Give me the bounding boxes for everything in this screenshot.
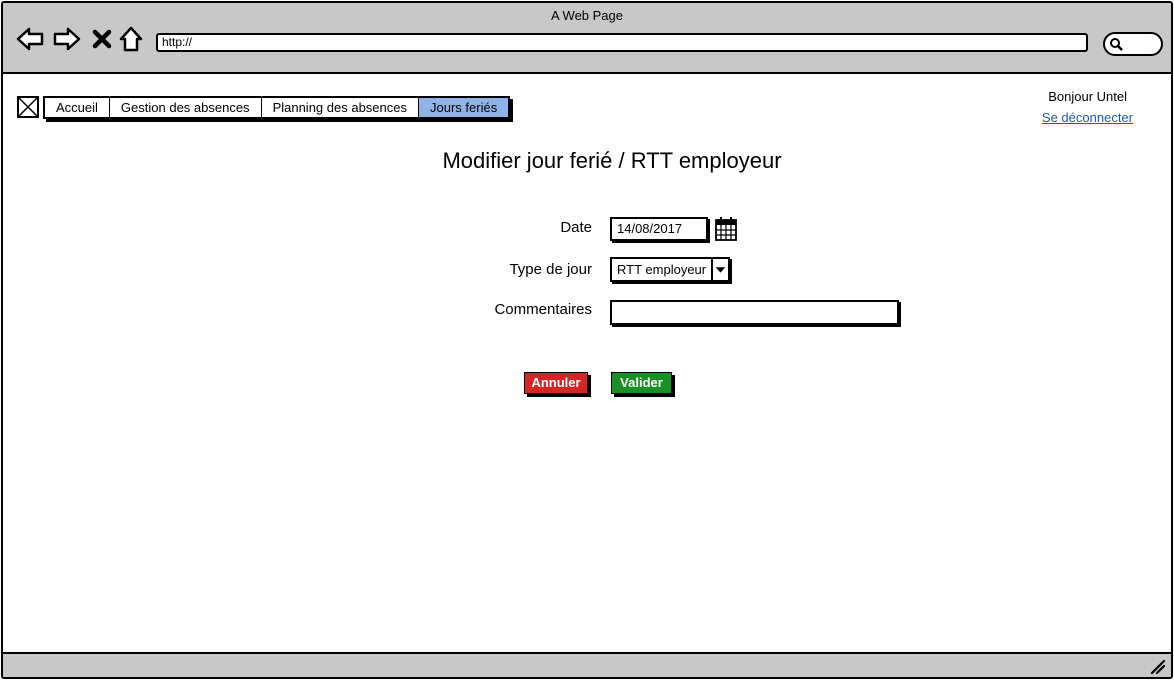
chevron-down-icon [711, 259, 728, 280]
menu-item-gestion-absences[interactable]: Gestion des absences [109, 98, 262, 117]
validate-button[interactable]: Valider [611, 372, 672, 394]
search-icon [1110, 38, 1123, 51]
date-field[interactable]: 14/08/2017 [610, 217, 708, 241]
commentaires-field[interactable] [610, 300, 899, 325]
forward-arrow-icon[interactable] [53, 25, 81, 53]
menu-item-planning-absences[interactable]: Planning des absences [261, 98, 419, 117]
date-label: Date [560, 219, 592, 236]
browser-titlebar: A Web Page http:// [3, 3, 1171, 74]
close-icon[interactable] [91, 25, 113, 53]
type-de-jour-value: RTT employeur [617, 262, 707, 277]
type-de-jour-label: Type de jour [509, 261, 592, 278]
browser-search-field[interactable] [1103, 32, 1163, 56]
main-menu: Accueil Gestion des absences Planning de… [43, 96, 511, 119]
menu-item-accueil[interactable]: Accueil [45, 98, 110, 117]
menu-item-jours-feries[interactable]: Jours feriés [419, 98, 509, 117]
user-greeting: Bonjour Untel [1048, 89, 1127, 104]
browser-window: A Web Page http:// Accueil Gestion des a [1, 1, 1173, 679]
cancel-button[interactable]: Annuler [524, 372, 588, 394]
home-icon[interactable] [118, 25, 144, 53]
page-content: Accueil Gestion des absences Planning de… [3, 76, 1171, 654]
logout-link[interactable]: Se déconnecter [1042, 110, 1133, 125]
type-de-jour-select[interactable]: RTT employeur [610, 257, 730, 282]
calendar-icon[interactable] [714, 216, 738, 242]
browser-statusbar [3, 652, 1171, 677]
page-title: Modifier jour ferié / RTT employeur [442, 148, 782, 173]
resize-grip-icon[interactable] [1149, 658, 1166, 675]
back-arrow-icon[interactable] [16, 25, 44, 53]
window-title: A Web Page [550, 8, 624, 23]
logo-image-placeholder [17, 96, 39, 118]
url-bar[interactable]: http:// [156, 33, 1088, 52]
commentaires-label: Commentaires [494, 301, 592, 318]
